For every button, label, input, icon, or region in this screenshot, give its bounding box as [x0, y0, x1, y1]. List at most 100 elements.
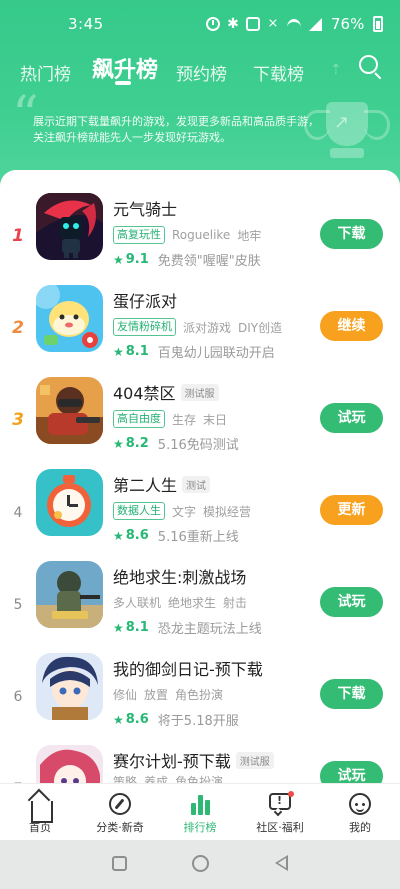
- test-server-badge: 测试服: [235, 751, 274, 769]
- nav-home[interactable]: 首页: [0, 784, 80, 841]
- game-icon-sword-diary[interactable]: [36, 653, 103, 720]
- nav-label: 我的: [349, 821, 371, 834]
- trial-button[interactable]: 试玩: [320, 761, 383, 783]
- continue-button[interactable]: 继续: [320, 311, 383, 341]
- game-icon-eggy-party[interactable]: [36, 285, 103, 352]
- tags-line: 友情粉碎机 派对游戏 DIY创造: [113, 318, 282, 336]
- game-subtitle: 百鬼幼儿园联动开启: [157, 346, 275, 361]
- genre-tag: 修仙: [113, 688, 138, 702]
- rank-number: 1: [12, 226, 24, 246]
- nav-profile[interactable]: 我的: [320, 784, 400, 841]
- rank-number: 6: [13, 689, 23, 705]
- game-icon-404-zone[interactable]: [36, 377, 103, 444]
- battery-percent: 76%: [331, 15, 365, 33]
- rank-number: 4: [13, 505, 23, 521]
- tab-rising[interactable]: 飙升榜: [92, 52, 158, 84]
- nav-category[interactable]: 分类·新奇: [80, 784, 160, 841]
- list-item[interactable]: 6 我的御剑日记-预下载 修仙 放置 角色扮演 ★ 8.6 将于5.18开服 下…: [0, 653, 400, 745]
- genre-tag: 文字: [172, 504, 197, 519]
- ranking-tabs: 热门榜 飙升榜 预约榜 下载榜 ⇡: [0, 48, 400, 92]
- bottom-nav: 首页 分类·新奇 排行榜 社区·福利 我的: [0, 783, 400, 840]
- tags-line: 策略 养成 角色扮演: [113, 773, 223, 783]
- tab-reserve[interactable]: 预约榜: [176, 60, 227, 85]
- highlight-tag: 高复玩性: [113, 226, 165, 244]
- rank-number: 2: [12, 318, 24, 338]
- profile-icon: [349, 793, 371, 815]
- rank-number: 5: [13, 597, 23, 613]
- game-title: 蛋仔派对: [113, 292, 178, 311]
- game-title: 我的御剑日记-预下载: [113, 660, 263, 679]
- status-bar: 3:45 ✱ ⨯ 76%: [0, 0, 400, 48]
- title-line: 蛋仔派对: [113, 288, 177, 312]
- battery-icon: [373, 16, 384, 32]
- genre-tag: 角色扮演: [175, 688, 224, 702]
- meta-line: ★ 8.6 5.16重新上线: [113, 526, 239, 545]
- back-button[interactable]: [275, 855, 288, 871]
- game-subtitle: 恐龙主题玩法上线: [157, 622, 262, 637]
- download-button[interactable]: 下载: [320, 679, 383, 709]
- bluetooth-icon: ✱: [227, 16, 239, 32]
- genre-tag: 生存: [172, 412, 197, 427]
- list-item[interactable]: 3 404禁区 测试服 高自由度 生存 末日 ★ 8.2 5.16免码测试 试玩: [0, 377, 400, 469]
- game-title: 元气骑士: [113, 200, 178, 219]
- star-icon: ★: [113, 620, 124, 635]
- status-icons: ✱ ⨯ 76%: [206, 14, 384, 34]
- star-icon: ★: [113, 252, 124, 267]
- tags-line: 高自由度 生存 末日: [113, 410, 227, 428]
- rating-score: 8.1: [125, 344, 149, 359]
- search-icon-handle: [374, 72, 382, 80]
- tab-download[interactable]: 下载榜: [253, 60, 304, 85]
- genre-tag: 养成: [144, 775, 169, 783]
- genre-tag: 派对游戏: [183, 320, 232, 335]
- genre-tag: 末日: [203, 412, 228, 427]
- star-icon: ★: [113, 344, 124, 359]
- meta-line: ★ 8.1 百鬼幼儿园联动开启: [113, 342, 275, 361]
- list-item[interactable]: 4 第二人生 测试 数据人生 文字 模拟经营 ★ 8.6 5.16重新上线 更新: [0, 469, 400, 561]
- list-item[interactable]: 2 蛋仔派对 友情粉碎机 派对游戏 DIY创造 ★ 8.1 百鬼幼儿园联动开启 …: [0, 285, 400, 377]
- notification-dot: [288, 791, 294, 797]
- active-tab-indicator: [115, 81, 131, 85]
- rating-score: 8.2: [125, 436, 149, 451]
- trend-arrow-icon: ↗: [334, 112, 350, 133]
- signal-4g-icon: [309, 16, 323, 32]
- star-icon: ★: [113, 528, 124, 543]
- ranking-icon-bar: [191, 803, 196, 815]
- game-icon-second-life[interactable]: [36, 469, 103, 536]
- highlight-tag: 友情粉碎机: [113, 318, 176, 336]
- tags-line: 修仙 放置 角色扮演: [113, 686, 223, 703]
- list-item[interactable]: 7 赛尔计划-预下载 测试服 策略 养成 角色扮演 试玩: [0, 745, 400, 783]
- game-subtitle: 将于5.18开服: [157, 714, 239, 729]
- trial-button[interactable]: 试玩: [320, 403, 383, 433]
- trial-button[interactable]: 试玩: [320, 587, 383, 617]
- recents-button[interactable]: [112, 856, 127, 871]
- meta-line: ★ 8.2 5.16免码测试: [113, 434, 239, 453]
- game-icon-seer-plan[interactable]: [36, 745, 103, 783]
- tab-hot[interactable]: 热门榜: [20, 60, 71, 85]
- nav-community[interactable]: 社区·福利: [240, 784, 320, 841]
- game-title: 绝地求生:刺激战场: [113, 568, 247, 587]
- star-icon: ★: [113, 436, 124, 451]
- home-button[interactable]: [192, 855, 209, 872]
- download-button[interactable]: 下载: [320, 219, 383, 249]
- meta-line: ★ 8.6 将于5.18开服: [113, 710, 239, 729]
- search-button[interactable]: [358, 54, 384, 80]
- list-item[interactable]: 5 绝地求生:刺激战场 多人联机 绝地求生 射击 ★ 8.1 恐龙主题玩法上线 …: [0, 561, 400, 653]
- ranking-list: 1 元气骑士 高复玩性 Roguelike 地牢 ★ 9.1 免费领"喔喔"皮肤…: [0, 170, 400, 783]
- rank-number: 3: [12, 410, 24, 430]
- genre-tag: Roguelike: [172, 228, 231, 242]
- tags-line: 高复玩性 Roguelike 地牢: [113, 226, 261, 244]
- genre-tag: DIY创造: [238, 320, 283, 335]
- trophy-icon: ↗: [300, 96, 392, 164]
- trophy-base: [330, 148, 364, 158]
- update-button[interactable]: 更新: [320, 495, 383, 525]
- game-icon-pubg[interactable]: [36, 561, 103, 628]
- game-icon-soul-knight[interactable]: [36, 193, 103, 260]
- game-subtitle: 5.16重新上线: [157, 530, 239, 545]
- list-item[interactable]: 1 元气骑士 高复玩性 Roguelike 地牢 ★ 9.1 免费领"喔喔"皮肤…: [0, 193, 400, 285]
- nav-ranking[interactable]: 排行榜: [160, 784, 240, 841]
- nav-label: 社区·福利: [256, 821, 304, 834]
- genre-tag: 绝地求生: [168, 596, 217, 610]
- genre-tag: 放置: [144, 688, 169, 702]
- game-title: 404禁区: [113, 384, 176, 403]
- nav-label: 分类·新奇: [96, 821, 144, 834]
